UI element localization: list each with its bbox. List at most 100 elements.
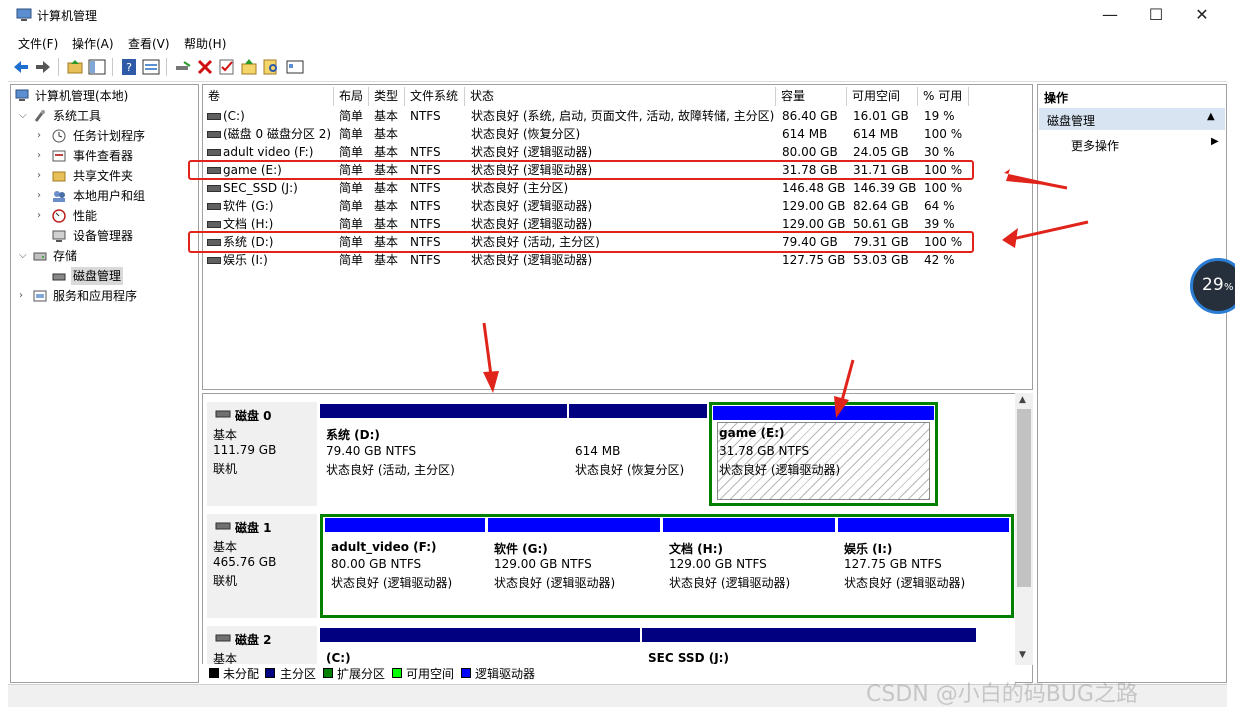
- close-button[interactable]: ✕: [1179, 0, 1225, 30]
- vol-type: 基本: [374, 109, 399, 123]
- expand-chevron-icon[interactable]: ›: [37, 167, 47, 185]
- connect-drive-icon[interactable]: [174, 58, 192, 76]
- drive-icon: [207, 257, 221, 264]
- primary-partition-bar: [569, 404, 707, 418]
- vol-name: adult video (F:): [223, 145, 314, 159]
- partition-recovery[interactable]: 614 MB 状态良好 (恢复分区): [569, 404, 707, 502]
- tree-services[interactable]: › 服务和应用程序: [13, 287, 198, 305]
- menu-file[interactable]: 文件(F): [18, 35, 58, 52]
- scroll-thumb[interactable]: [1017, 409, 1031, 587]
- logical-drive-bar: [325, 518, 485, 532]
- vol-layout: 简单: [339, 199, 364, 213]
- disk-0-label[interactable]: 磁盘 0 基本 111.79 GB 联机: [207, 402, 317, 506]
- title-bar: 计算机管理 — ☐ ✕: [8, 0, 1227, 30]
- col-filesystem[interactable]: 文件系统: [405, 87, 465, 106]
- toolbar: ?: [8, 54, 1227, 82]
- tree-label: 共享文件夹: [73, 169, 134, 183]
- table-row[interactable]: (磁盘 0 磁盘分区 2) 简单 基本 状态良好 (恢复分区) 614 MB 614 MB…: [203, 125, 1032, 143]
- vol-free: 82.64 GB: [853, 199, 909, 213]
- svg-text:?: ?: [126, 61, 132, 74]
- collapse-up-icon[interactable]: ▲: [1207, 111, 1215, 122]
- menu-view[interactable]: 查看(V): [128, 35, 170, 52]
- col-type[interactable]: 类型: [369, 87, 405, 106]
- vol-layout: 简单: [339, 181, 364, 195]
- help-icon[interactable]: ?: [120, 58, 138, 76]
- tree-label: 存储: [53, 249, 78, 263]
- tree-label: 本地用户和组: [73, 189, 146, 203]
- tree-root[interactable]: 计算机管理(本地): [13, 87, 198, 105]
- tree-task-scheduler[interactable]: › 任务计划程序: [13, 127, 198, 145]
- console-icon[interactable]: [286, 58, 304, 76]
- partition-entertainment-i[interactable]: 娱乐 (I:) 127.75 GB NTFS 状态良好 (逻辑驱动器): [838, 518, 1009, 614]
- tree-event-viewer[interactable]: › 事件查看器: [13, 147, 198, 165]
- collapse-chevron-icon[interactable]: ⌵: [19, 247, 29, 265]
- partition-documents-h[interactable]: 文档 (H:) 129.00 GB NTFS 状态良好 (逻辑驱动器): [663, 518, 835, 614]
- legend-label: 可用空间: [406, 667, 455, 681]
- expand-chevron-icon[interactable]: ›: [19, 287, 29, 305]
- expand-chevron-icon[interactable]: ›: [37, 187, 47, 205]
- legend-swatch: [209, 668, 219, 678]
- back-arrow-icon[interactable]: [12, 58, 30, 76]
- tree-disk-management[interactable]: 磁盘管理: [13, 267, 198, 285]
- delete-icon[interactable]: [196, 58, 214, 76]
- partition-game-e[interactable]: game (E:) 31.78 GB NTFS 状态良好 (逻辑驱动器): [713, 406, 934, 502]
- event-log-icon: [52, 150, 66, 162]
- tree-system-tools[interactable]: ⌵ 系统工具: [13, 107, 198, 125]
- submenu-arrow-icon: ▶: [1211, 136, 1219, 147]
- tree-local-users[interactable]: › 本地用户和组: [13, 187, 198, 205]
- expand-chevron-icon[interactable]: ›: [37, 127, 47, 145]
- scroll-up-icon[interactable]: ▲: [1019, 395, 1026, 405]
- import-icon[interactable]: [240, 58, 258, 76]
- disk-icon: [215, 522, 231, 530]
- check-icon[interactable]: [218, 58, 236, 76]
- table-row[interactable]: 娱乐 (I:) 简单 基本 NTFS 状态良好 (逻辑驱动器) 127.75 GB 53.0…: [203, 251, 1032, 269]
- show-hide-tree-icon[interactable]: [88, 58, 106, 76]
- menu-action[interactable]: 操作(A): [72, 35, 114, 52]
- partition-name: 文档 (H:): [669, 542, 723, 556]
- tree-shared-folders[interactable]: › 共享文件夹: [13, 167, 198, 185]
- search-icon[interactable]: [262, 58, 280, 76]
- minimize-button[interactable]: —: [1087, 0, 1133, 30]
- menu-help[interactable]: 帮助(H): [184, 35, 226, 52]
- disk-1-label[interactable]: 磁盘 1 基本 465.76 GB 联机: [207, 514, 317, 618]
- col-free-space[interactable]: 可用空间: [847, 87, 918, 106]
- col-volume[interactable]: 卷: [203, 87, 334, 106]
- expand-chevron-icon[interactable]: ›: [37, 207, 47, 225]
- col-percent-free[interactable]: % 可用: [918, 87, 969, 106]
- primary-partition-bar: [320, 628, 640, 642]
- device-manager-icon: [52, 230, 66, 242]
- disk-map-scrollbar[interactable]: ▲ ▼: [1015, 393, 1033, 665]
- more-actions[interactable]: 更多操作 ▶: [1039, 134, 1225, 154]
- table-row[interactable]: (C:) 简单 基本 NTFS 状态良好 (系统, 启动, 页面文件, 活动, 故障转储…: [203, 107, 1032, 125]
- vol-percent: 30 %: [924, 145, 955, 159]
- vol-status: 状态良好 (系统, 启动, 页面文件, 活动, 故障转储, 主分区): [471, 109, 775, 123]
- partition-adult-video-f[interactable]: adult_video (F:) 80.00 GB NTFS 状态良好 (逻辑驱…: [325, 518, 485, 614]
- expand-chevron-icon[interactable]: ›: [37, 147, 47, 165]
- col-capacity[interactable]: 容量: [776, 87, 847, 106]
- tree-storage[interactable]: ⌵ 存储: [13, 247, 198, 265]
- maximize-button[interactable]: ☐: [1133, 0, 1179, 30]
- vol-type: 基本: [374, 127, 399, 141]
- partition-software-g[interactable]: 软件 (G:) 129.00 GB NTFS 状态良好 (逻辑驱动器): [488, 518, 660, 614]
- partition-system-d[interactable]: 系统 (D:) 79.40 GB NTFS 状态良好 (活动, 主分区): [320, 404, 567, 502]
- scroll-down-icon[interactable]: ▼: [1019, 650, 1026, 660]
- forward-arrow-icon[interactable]: [34, 58, 52, 76]
- actions-section[interactable]: 磁盘管理 ▲: [1039, 108, 1225, 130]
- vol-name: (磁盘 0 磁盘分区 2): [223, 127, 332, 141]
- primary-partition-bar: [320, 404, 567, 418]
- table-row[interactable]: SEC_SSD (J:) 简单 基本 NTFS 状态良好 (主分区) 146.48 GB 1…: [203, 179, 1032, 197]
- col-layout[interactable]: 布局: [334, 87, 369, 106]
- tree-performance[interactable]: › 性能: [13, 207, 198, 225]
- collapse-chevron-icon[interactable]: ⌵: [19, 107, 29, 125]
- up-folder-icon[interactable]: [66, 58, 84, 76]
- disk-type: 基本: [213, 428, 238, 442]
- table-row[interactable]: adult video (F:) 简单 基本 NTFS 状态良好 (逻辑驱动器) 80.0…: [203, 143, 1032, 161]
- legend-swatch: [392, 668, 402, 678]
- tree-device-manager[interactable]: 设备管理器: [13, 227, 198, 245]
- properties-icon[interactable]: [142, 58, 160, 76]
- table-row[interactable]: 软件 (G:) 简单 基本 NTFS 状态良好 (逻辑驱动器) 129.00 GB 82.6…: [203, 197, 1032, 215]
- disk-management-icon: [52, 273, 66, 281]
- legend-swatch: [461, 668, 471, 678]
- disk-name: 磁盘 1: [235, 521, 272, 535]
- col-status[interactable]: 状态: [465, 87, 776, 106]
